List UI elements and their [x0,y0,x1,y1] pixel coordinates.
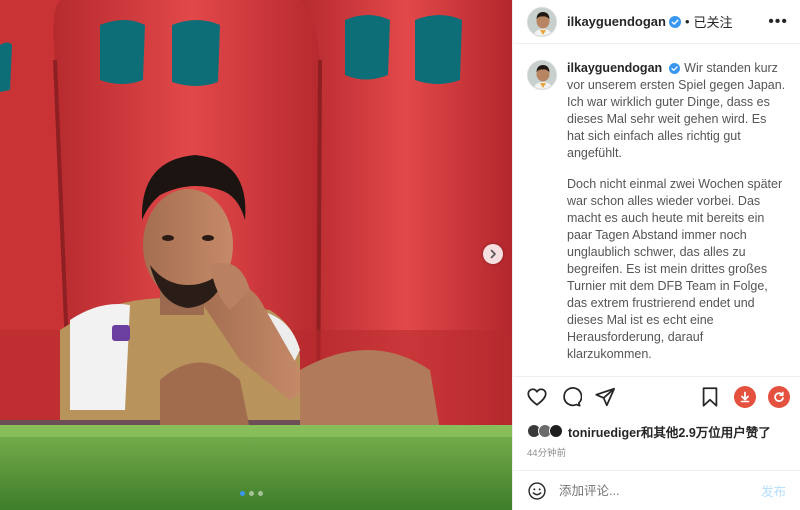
caption-paragraph-1-text: Wir standen kurz vor unserem ersten Spie… [567,61,789,160]
save-button[interactable] [698,385,722,409]
post-side-panel: ilkayguendogan • 已关注 ••• ilkayguendogan … [512,0,800,510]
avatar-image [528,7,556,36]
caption-paragraph-2: Doch nicht einmal zwei Wochen später war… [567,177,786,361]
like-button[interactable] [525,385,549,409]
carousel-dot [258,491,263,496]
verified-badge-icon [668,15,681,28]
carousel-dot [240,491,245,496]
carousel-dot [249,491,254,496]
caption-paragraph-1: ilkayguendogan Wir standen kurz vor unser… [567,60,786,162]
emoji-icon[interactable] [527,481,547,501]
comment-bubble-icon [563,386,582,407]
post-header: ilkayguendogan • 已关注 ••• [513,0,800,44]
post-comment-button[interactable]: 发布 [761,481,786,500]
likes-row: toniruediger和其他2.9万位用户赞了 [513,416,800,442]
caption-username[interactable]: ilkayguendogan [567,61,662,75]
instagram-post-window: ilkayguendogan • 已关注 ••• ilkayguendogan … [0,0,800,510]
avatar-image [528,61,556,89]
chevron-right-icon [490,249,496,259]
carousel-indicator [240,491,263,496]
download-arrow-icon [740,391,750,402]
post-media[interactable] [0,0,512,510]
bookmark-icon [702,386,718,407]
liker-avatars [527,424,563,438]
caption-avatar[interactable] [527,60,557,90]
send-paper-plane-icon [595,387,616,406]
action-bar [513,376,800,416]
more-options-icon[interactable]: ••• [768,13,788,31]
verified-badge-icon [669,63,681,74]
follow-separator: • [684,14,690,29]
liker-avatar[interactable] [549,424,563,438]
avatar[interactable] [527,6,557,37]
download-button[interactable] [734,385,756,408]
next-slide-button[interactable] [483,244,503,264]
follow-status-button[interactable]: 已关注 [694,12,733,31]
username[interactable]: ilkayguendogan [567,14,666,29]
share-button[interactable] [593,385,617,409]
action-bar-right [698,385,790,409]
caption-text: ilkayguendogan Wir standen kurz vor unser… [567,60,786,376]
comment-button[interactable] [559,385,583,409]
comment-input[interactable] [559,483,739,498]
post-photo [0,0,512,510]
caption-section: ilkayguendogan Wir standen kurz vor unser… [513,44,800,376]
likes-count-text[interactable]: toniruediger和其他2.9万位用户赞了 [568,422,771,441]
comment-bar: 发布 [513,470,800,510]
refresh-button[interactable] [768,385,790,408]
refresh-icon [774,391,784,402]
post-timestamp[interactable]: 44分钟前 [513,442,800,460]
heart-icon [527,387,547,406]
